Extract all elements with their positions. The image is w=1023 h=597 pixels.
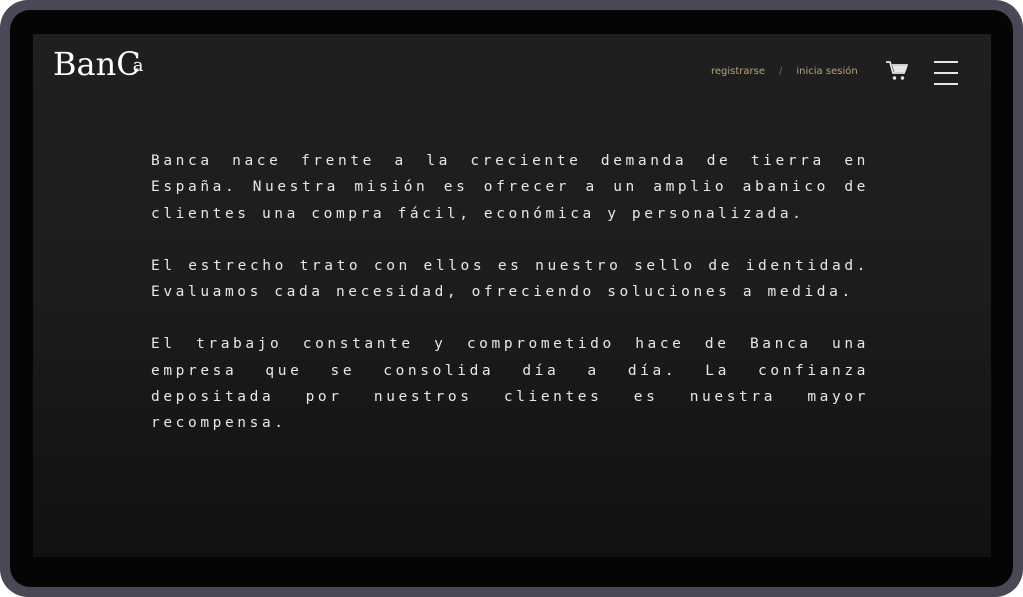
login-link[interactable]: inicia sesión xyxy=(796,66,857,77)
paragraph-intro: Banca nace frente a la creciente demanda… xyxy=(151,153,869,222)
logo-main-text: BanC xyxy=(53,45,141,83)
tablet-frame: BanCa registrarse / inicia sesión Banca … xyxy=(0,0,1023,597)
menu-line xyxy=(934,72,958,74)
paragraph-commitment: El trabajo constante y comprometido hace… xyxy=(151,336,869,432)
auth-links: registrarse / inicia sesión xyxy=(711,66,858,77)
menu-line xyxy=(934,61,958,63)
brand-logo[interactable]: BanCa xyxy=(53,48,143,80)
register-link[interactable]: registrarse xyxy=(711,66,765,77)
menu-line xyxy=(934,83,958,85)
paragraph-identity: El estrecho trato con ellos es nuestro s… xyxy=(151,257,869,301)
logo-sup-text: a xyxy=(132,55,144,76)
hamburger-menu-icon[interactable] xyxy=(934,61,958,85)
about-text: Banca nace frente a la creciente demanda… xyxy=(151,148,869,463)
screen: BanCa registrarse / inicia sesión Banca … xyxy=(33,34,991,557)
cart-icon[interactable] xyxy=(885,60,909,82)
auth-separator: / xyxy=(779,66,783,77)
